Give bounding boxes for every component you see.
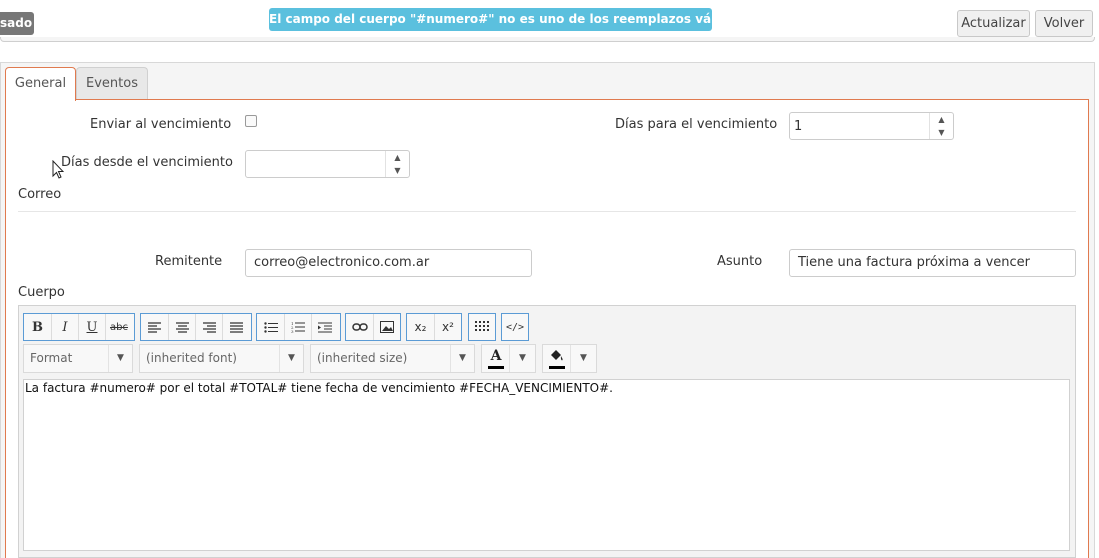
days-since-due-stepper[interactable]: ▲ ▼	[245, 150, 410, 178]
mouse-cursor-icon	[52, 160, 64, 179]
send-on-due-checkbox[interactable]	[245, 115, 257, 127]
stepper-arrows[interactable]: ▲ ▼	[929, 113, 953, 139]
list-group: 123	[256, 313, 341, 341]
format-select-label: Format	[30, 351, 73, 365]
sender-label: Remitente	[155, 254, 223, 269]
status-badge: sado	[0, 12, 34, 35]
back-button[interactable]: Volver	[1035, 10, 1093, 37]
strikethrough-button[interactable]: abc	[105, 314, 132, 340]
chevron-down-icon[interactable]: ▼	[570, 345, 596, 372]
font-select[interactable]: (inherited font) ▼	[139, 344, 304, 373]
indent-icon[interactable]	[311, 314, 338, 340]
table-icon[interactable]	[469, 314, 495, 340]
bold-button[interactable]: B	[24, 314, 51, 340]
editor-body[interactable]: La factura #numero# por el total #TOTAL#…	[23, 379, 1070, 551]
text-color-button[interactable]: A ▼	[481, 344, 536, 373]
bullet-list-icon[interactable]	[257, 314, 284, 340]
stepper-up-icon[interactable]: ▲	[930, 113, 953, 126]
chevron-down-icon: ▼	[108, 345, 132, 372]
tab-general[interactable]: General	[5, 67, 76, 101]
align-center-icon[interactable]	[168, 314, 195, 340]
update-button[interactable]: Actualizar	[957, 10, 1030, 37]
text-style-group: B I U abc	[23, 313, 135, 341]
align-justify-icon[interactable]	[222, 314, 249, 340]
body-label: Cuerpo	[18, 285, 65, 300]
source-group: </>	[501, 313, 529, 341]
size-select-label: (inherited size)	[317, 351, 408, 365]
link-icon[interactable]	[346, 314, 373, 340]
text-color-swatch	[488, 366, 504, 369]
italic-button[interactable]: I	[51, 314, 78, 340]
email-section-title: Correo	[18, 187, 62, 202]
stepper-down-icon[interactable]: ▼	[930, 126, 953, 139]
table-group	[468, 313, 496, 341]
subject-field[interactable]: Tiene una factura próxima a vencer	[789, 249, 1076, 277]
stepper-arrows[interactable]: ▲ ▼	[385, 151, 409, 177]
code-view-icon[interactable]: </>	[502, 314, 528, 340]
chevron-down-icon: ▼	[450, 345, 474, 372]
subscript-button[interactable]: x₂	[407, 314, 434, 340]
stepper-up-icon[interactable]: ▲	[386, 151, 409, 164]
chevron-down-icon: ▼	[279, 345, 303, 372]
sender-field[interactable]: correo@electronico.com.ar	[245, 249, 532, 277]
days-to-due-stepper[interactable]: 1 ▲ ▼	[789, 112, 954, 140]
section-divider	[18, 211, 1076, 212]
background-color-button[interactable]: ▼	[542, 344, 597, 373]
underline-button[interactable]: U	[78, 314, 105, 340]
svg-text:3: 3	[291, 329, 294, 333]
image-icon[interactable]	[373, 314, 400, 340]
numbered-list-icon[interactable]: 123	[284, 314, 311, 340]
format-select[interactable]: Format ▼	[23, 344, 133, 373]
font-select-label: (inherited font)	[146, 351, 237, 365]
days-to-due-label: Días para el vencimiento	[615, 117, 778, 132]
paint-bucket-icon	[548, 348, 566, 366]
align-right-icon[interactable]	[195, 314, 222, 340]
validation-alert: El campo del cuerpo "#numero#" no es uno…	[269, 8, 748, 31]
days-to-due-value: 1	[794, 119, 803, 134]
header-divider	[0, 37, 1095, 42]
script-group: x₂ x²	[406, 313, 462, 341]
send-on-due-label: Enviar al vencimiento	[90, 117, 232, 132]
stepper-down-icon[interactable]: ▼	[386, 164, 409, 177]
background-color-swatch	[549, 366, 565, 369]
insert-group	[345, 313, 401, 341]
align-left-icon[interactable]	[141, 314, 168, 340]
subject-label: Asunto	[717, 254, 763, 269]
text-color-icon: A	[490, 348, 502, 364]
superscript-button[interactable]: x²	[434, 314, 461, 340]
chevron-down-icon[interactable]: ▼	[509, 345, 535, 372]
days-since-due-label: Días desde el vencimiento	[61, 155, 233, 170]
tab-eventos[interactable]: Eventos	[76, 67, 148, 100]
alignment-group	[140, 313, 252, 341]
size-select[interactable]: (inherited size) ▼	[310, 344, 475, 373]
